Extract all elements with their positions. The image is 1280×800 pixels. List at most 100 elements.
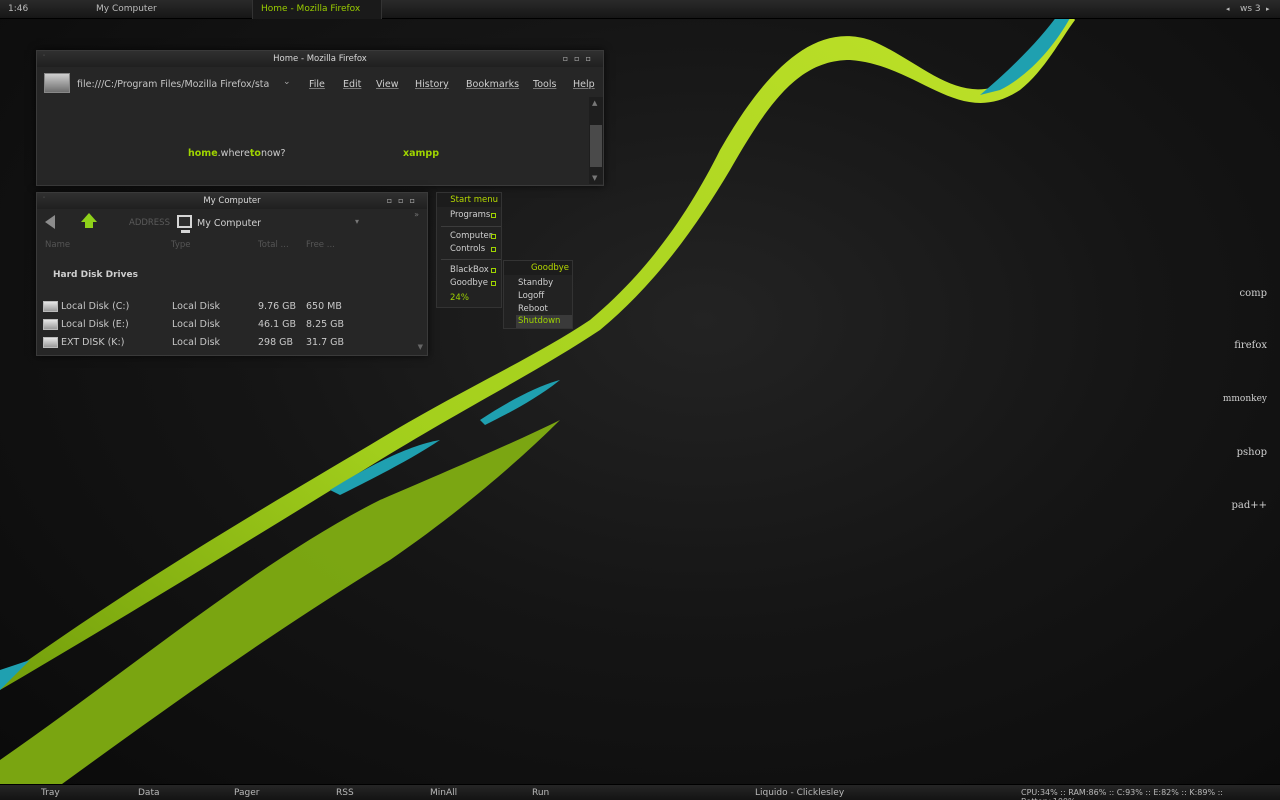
window-controls[interactable]: ▫▫▫	[563, 51, 597, 67]
task-firefox[interactable]: Home - Mozilla Firefox	[252, 0, 382, 19]
drive-type: Local Disk	[172, 319, 221, 330]
workspace-label[interactable]: ws 3	[1240, 4, 1261, 14]
system-stats: CPU:34% :: RAM:86% :: C:93% :: E:82% :: …	[1021, 788, 1223, 800]
drive-name: Local Disk (C:)	[61, 301, 130, 312]
scroll-down-icon[interactable]: ▼	[592, 174, 597, 182]
my-computer-window: ˙ My Computer ▫▫▫ ADDRESS My Computer ▾ …	[36, 192, 428, 356]
drive-free: 650 MB	[306, 301, 342, 312]
task-label: My Computer	[96, 4, 157, 14]
firefox-window: ˙ Home - Mozilla Firefox ▫▫▫ file:///C:/…	[36, 50, 604, 186]
scroll-up-icon[interactable]: ▲	[592, 99, 597, 107]
drive-row[interactable]: Local Disk (C:) Local Disk 9.76 GB 650 M…	[37, 298, 417, 316]
home-link[interactable]: home.wheretonow?	[188, 148, 286, 159]
shortcut-padpp[interactable]: pad++	[1231, 500, 1267, 511]
menu-view[interactable]: View	[376, 79, 399, 90]
column-name[interactable]: Name	[45, 240, 70, 250]
submenu-icon	[491, 268, 496, 273]
submenu-icon	[491, 247, 496, 252]
separator	[441, 259, 501, 260]
toolbar-overflow-icon[interactable]: »	[414, 210, 419, 219]
menu-item-reboot[interactable]: Reboot	[518, 304, 548, 314]
button-data[interactable]: Data	[138, 788, 160, 798]
bottom-toolbar: Tray Data Pager RSS MinAll Run Liquido -…	[0, 784, 1280, 800]
menu-edit[interactable]: Edit	[343, 79, 361, 90]
menu-file[interactable]: File	[309, 79, 325, 90]
drive-total: 9.76 GB	[258, 301, 297, 312]
mycomputer-titlebar[interactable]: ˙ My Computer ▫▫▫	[37, 193, 427, 209]
up-arrow-stem[interactable]	[85, 221, 93, 228]
workspace-prev-icon[interactable]: ◂	[1226, 5, 1230, 13]
menu-bookmarks[interactable]: Bookmarks	[466, 79, 519, 90]
drive-type: Local Disk	[172, 337, 221, 348]
submenu-icon	[491, 234, 496, 239]
xampp-link[interactable]: xampp	[403, 148, 439, 159]
button-tray[interactable]: Tray	[41, 788, 60, 798]
menu-item-standby[interactable]: Standby	[518, 278, 553, 288]
menu-item-logoff[interactable]: Logoff	[518, 291, 544, 301]
start-item-programs[interactable]: Programs	[450, 210, 500, 220]
menu-help[interactable]: Help	[573, 79, 595, 90]
drive-icon	[43, 301, 58, 312]
address-field[interactable]: My Computer	[197, 218, 261, 229]
scroll-down-icon[interactable]: ▼	[418, 343, 423, 351]
group-heading: Hard Disk Drives	[53, 270, 138, 280]
window-menu-icon[interactable]: ˙	[42, 51, 46, 67]
drive-type: Local Disk	[172, 301, 221, 312]
menu-history[interactable]: History	[415, 79, 449, 90]
url-dropdown-icon[interactable]: ⌄	[283, 77, 291, 87]
address-label: ADDRESS	[129, 218, 170, 228]
back-arrow-icon[interactable]	[45, 215, 55, 229]
button-pager[interactable]: Pager	[234, 788, 260, 798]
drive-icon	[43, 319, 58, 330]
theme-label: Liquido - Clicklesley	[755, 788, 845, 798]
window-controls[interactable]: ▫▫▫	[387, 193, 421, 209]
workspace-next-icon[interactable]: ▸	[1266, 5, 1270, 13]
start-item-blackbox[interactable]: BlackBox	[450, 265, 500, 275]
shortcut-pshop[interactable]: pshop	[1237, 447, 1267, 458]
drive-total: 298 GB	[258, 337, 294, 348]
address-dropdown-icon[interactable]: ▾	[355, 217, 359, 226]
clock: 1:46	[8, 4, 29, 14]
button-rss[interactable]: RSS	[336, 788, 354, 798]
url-field[interactable]: file:///C:/Program Files/Mozilla Firefox…	[77, 79, 269, 90]
firefox-content: home.wheretonow? xampp ▲ ▼	[37, 97, 603, 184]
start-item-controls[interactable]: Controls	[450, 244, 500, 254]
shortcut-firefox[interactable]: firefox	[1234, 340, 1267, 351]
top-taskbar: 1:46 My Computer Home - Mozilla Firefox …	[0, 0, 1280, 19]
window-title: My Computer	[203, 196, 261, 206]
page-icon	[44, 73, 70, 93]
button-run[interactable]: Run	[532, 788, 549, 798]
start-item-computer[interactable]: Computer	[450, 231, 500, 241]
start-menu-header: Start menu	[437, 193, 501, 207]
menu-item-shutdown[interactable]: Shutdown	[516, 315, 572, 328]
task-label: Home - Mozilla Firefox	[261, 4, 361, 14]
button-minall[interactable]: MinAll	[430, 788, 457, 798]
menu-tools[interactable]: Tools	[533, 79, 556, 90]
separator	[441, 226, 501, 227]
column-type[interactable]: Type	[171, 240, 191, 250]
drive-name: Local Disk (E:)	[61, 319, 129, 330]
submenu-icon	[491, 213, 496, 218]
window-title: Home - Mozilla Firefox	[273, 54, 367, 64]
drive-total: 46.1 GB	[258, 319, 297, 330]
battery-percent: 24%	[450, 293, 469, 303]
firefox-titlebar[interactable]: ˙ Home - Mozilla Firefox ▫▫▫	[37, 51, 603, 67]
drive-icon	[43, 337, 58, 348]
window-menu-icon[interactable]: ˙	[42, 193, 46, 209]
vertical-scrollbar[interactable]: ▲ ▼	[589, 97, 603, 184]
computer-icon	[177, 215, 192, 233]
menu-item-label: Shutdown	[518, 316, 561, 326]
goodbye-header: Goodbye	[504, 261, 572, 275]
column-headers: Name Type Total ... Free ...	[37, 237, 427, 255]
shortcut-mmonkey[interactable]: mmonkey	[1223, 394, 1267, 404]
scroll-thumb[interactable]	[590, 125, 602, 167]
start-item-goodbye[interactable]: Goodbye	[450, 278, 500, 288]
drive-row[interactable]: Local Disk (E:) Local Disk 46.1 GB 8.25 …	[37, 316, 417, 334]
goodbye-submenu: Goodbye Standby Logoff Reboot Shutdown	[503, 260, 573, 329]
task-my-computer[interactable]: My Computer	[96, 0, 226, 19]
drive-row[interactable]: EXT DISK (K:) Local Disk 298 GB 31.7 GB	[37, 334, 417, 352]
shortcut-comp[interactable]: comp	[1239, 288, 1267, 299]
desktop: 1:46 My Computer Home - Mozilla Firefox …	[0, 0, 1280, 800]
column-total[interactable]: Total ...	[258, 240, 289, 250]
column-free[interactable]: Free ...	[306, 240, 335, 250]
